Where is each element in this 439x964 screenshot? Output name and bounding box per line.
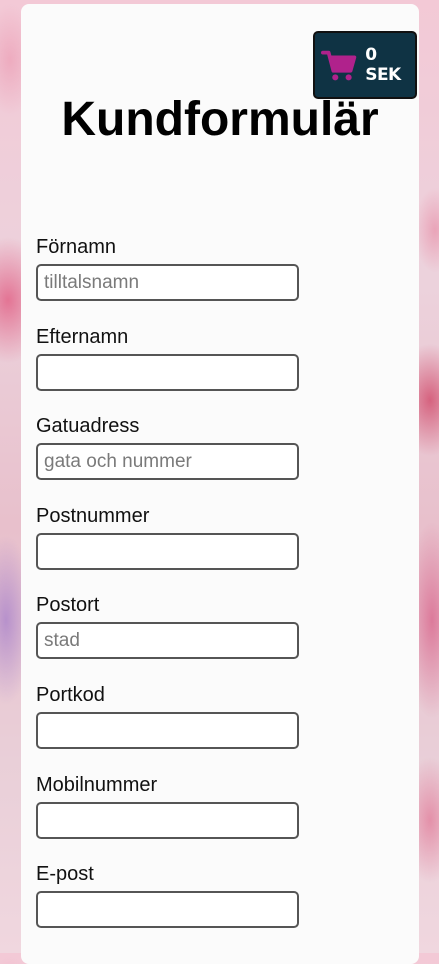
- fornamn-input[interactable]: [36, 264, 299, 301]
- field-postort: Postort: [36, 594, 299, 659]
- postnummer-input[interactable]: [36, 533, 299, 570]
- cart-total: 0 SEK: [365, 45, 401, 85]
- gatuadress-label: Gatuadress: [36, 415, 140, 437]
- efternamn-input[interactable]: [36, 354, 299, 391]
- page-title: Kundformulär: [61, 93, 379, 146]
- cart-button[interactable]: 0 SEK: [313, 31, 417, 99]
- postort-input[interactable]: [36, 622, 299, 659]
- field-gatuadress: Gatuadress: [36, 415, 299, 480]
- field-fornamn: Förnamn: [36, 236, 299, 301]
- portkod-input[interactable]: [36, 712, 299, 749]
- portkod-label: Portkod: [36, 684, 105, 706]
- fornamn-label: Förnamn: [36, 236, 117, 258]
- efternamn-label: Efternamn: [36, 326, 129, 348]
- field-epost: E-post: [36, 863, 299, 928]
- field-efternamn: Efternamn: [36, 326, 299, 391]
- field-portkod: Portkod: [36, 684, 299, 749]
- field-mobilnummer: Mobilnummer: [36, 774, 299, 839]
- mobilnummer-label: Mobilnummer: [36, 774, 158, 796]
- shopping-cart-icon: [321, 50, 357, 81]
- epost-input[interactable]: [36, 891, 299, 928]
- gatuadress-input[interactable]: [36, 443, 299, 480]
- postort-label: Postort: [36, 594, 100, 616]
- field-postnummer: Postnummer: [36, 505, 299, 570]
- mobilnummer-input[interactable]: [36, 802, 299, 839]
- postnummer-label: Postnummer: [36, 505, 150, 527]
- epost-label: E-post: [36, 863, 94, 885]
